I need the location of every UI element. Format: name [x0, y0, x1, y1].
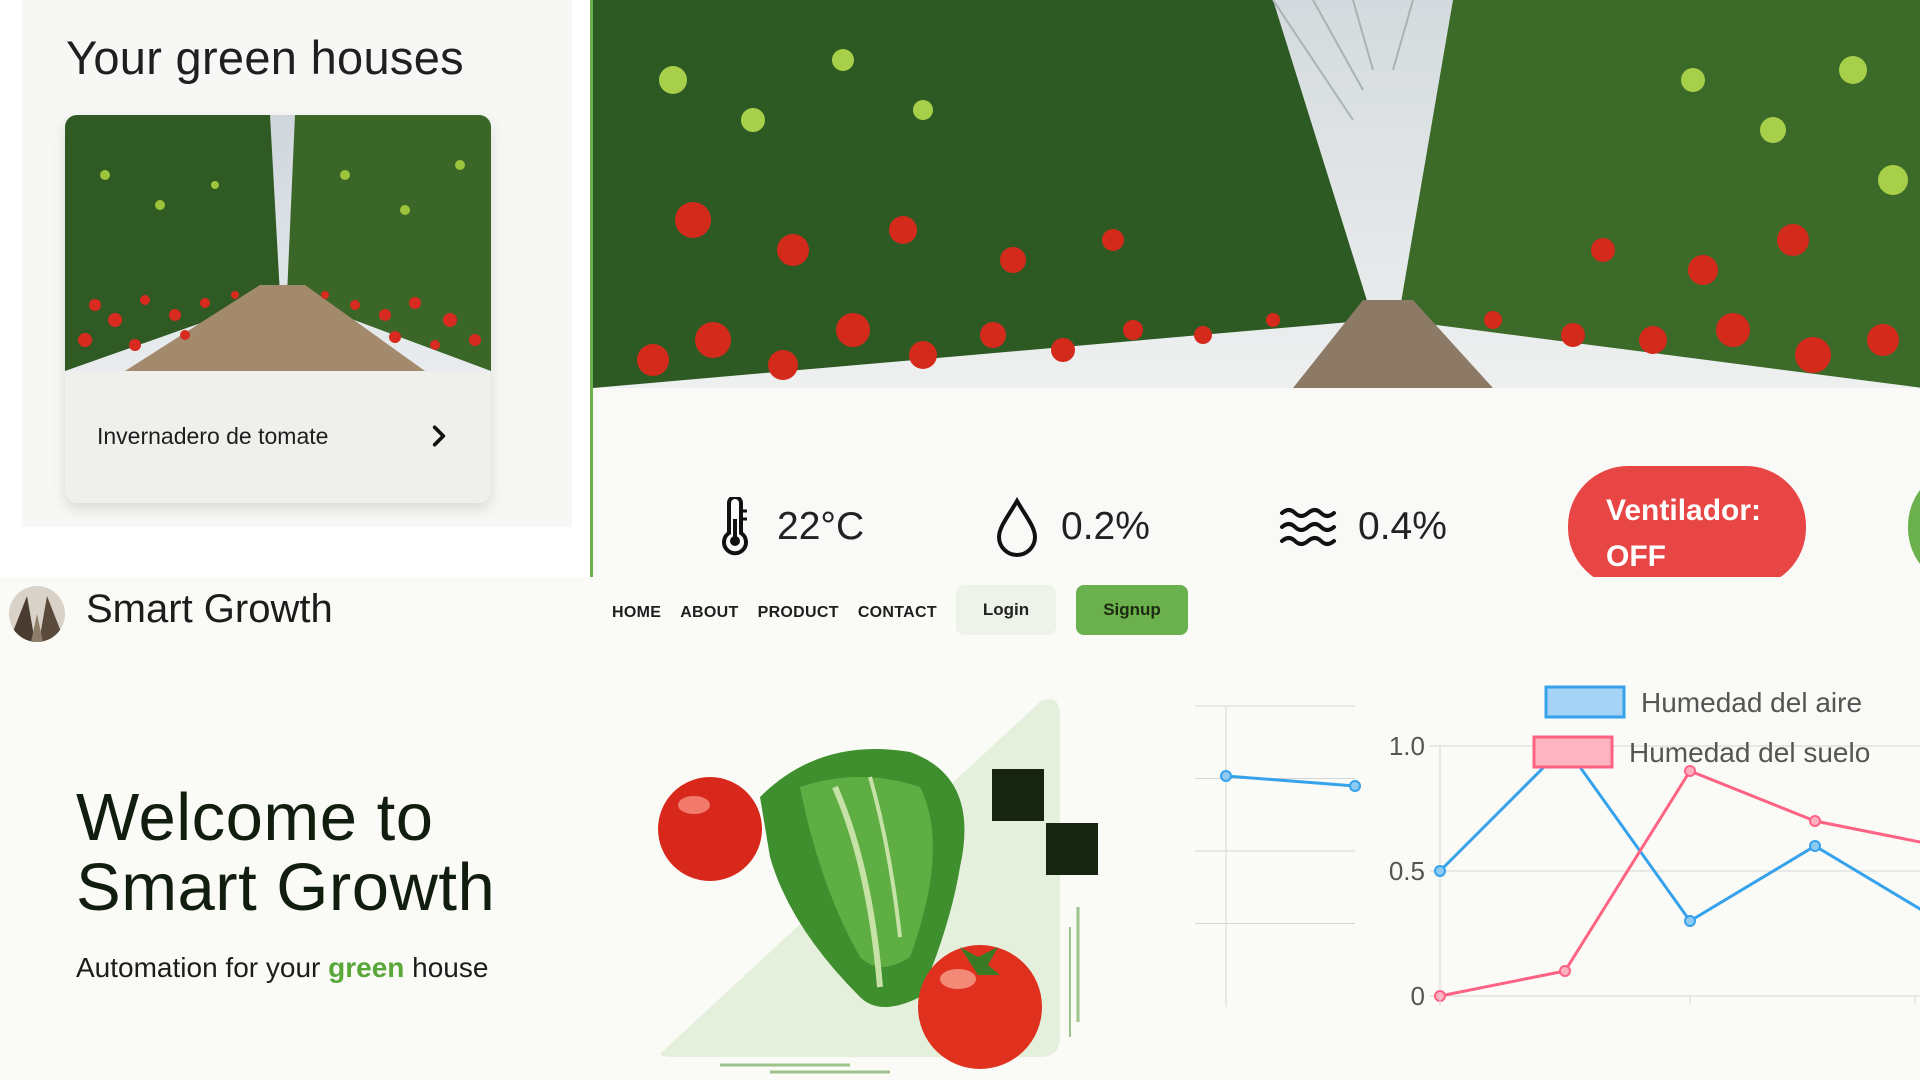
thermometer-icon	[722, 497, 748, 556]
fan-toggle-button[interactable]: Ventilador: OFF	[1568, 466, 1806, 588]
main-nav: HOME ABOUT PRODUCT CONTACT	[612, 604, 937, 622]
nav-home[interactable]: HOME	[612, 604, 661, 622]
legend-swatch-soil	[1532, 735, 1614, 769]
series-point-soil	[1809, 815, 1821, 827]
water-drop-icon	[996, 497, 1038, 557]
greenhouse-dashboard: 22°C 0.2% 0.4% Ventilador: OFF	[590, 0, 1920, 588]
humidity-sensor: 0.2%	[993, 495, 1150, 559]
chevron-right-icon[interactable]	[426, 423, 452, 449]
greenhouses-panel: Your green houses Invernadero de tomate	[22, 0, 572, 527]
fan-label: Ventilador:	[1606, 494, 1762, 527]
legend-label-soil: Humedad del suelo	[1629, 737, 1870, 768]
series-point-soil	[1559, 965, 1571, 977]
legend-label-air: Humedad del aire	[1641, 687, 1862, 718]
temperature-sensor: 22°C	[713, 495, 864, 559]
series-line-soil	[1439, 769, 1920, 998]
signup-button[interactable]: Signup	[1076, 585, 1188, 635]
main-y-tick: 0	[1411, 981, 1425, 1007]
greenhouse-photo	[65, 115, 491, 371]
soil-moisture-sensor: 0.4%	[1278, 495, 1447, 559]
hero-title-line2: Smart Growth	[76, 850, 496, 925]
main-y-tick: 1.0	[1389, 731, 1425, 761]
series-point-air	[1434, 865, 1446, 877]
left-panel-point	[1349, 780, 1361, 792]
tomato-left-illustration	[658, 777, 762, 881]
hero-subtitle-after: house	[404, 952, 489, 983]
greenhouse-banner-photo	[593, 0, 1920, 388]
main-y-tick: 0.5	[1389, 856, 1425, 886]
hero-illustration	[658, 699, 1098, 1074]
humidity-value: 0.2%	[1061, 505, 1150, 548]
nav-product[interactable]: PRODUCT	[758, 604, 839, 622]
legend-swatch-air	[1544, 685, 1626, 719]
login-button[interactable]: Login	[956, 585, 1056, 635]
hero-title: Welcome to Smart Growth	[76, 783, 495, 923]
hero-subtitle-before: Automation for your	[76, 952, 329, 983]
soil-moisture-value: 0.4%	[1358, 505, 1447, 548]
nav-contact[interactable]: CONTACT	[858, 604, 937, 622]
left-panel-series-line	[1225, 774, 1356, 788]
brand-name[interactable]: Smart Growth	[86, 587, 333, 632]
logo-icon[interactable]	[9, 586, 65, 642]
nav-about[interactable]: ABOUT	[680, 604, 738, 622]
hero-subtitle: Automation for your green house	[76, 952, 488, 984]
green-toggle-button[interactable]	[1908, 466, 1920, 588]
series-line-air	[1438, 743, 1920, 923]
greenhouse-card[interactable]: Invernadero de tomate	[65, 115, 491, 503]
series-point-air	[1809, 840, 1821, 852]
tomato-right-illustration	[918, 945, 1042, 1069]
left-panel-point	[1220, 770, 1232, 782]
hero-subtitle-accent: green	[328, 952, 405, 983]
hero-title-line1: Welcome to	[76, 780, 434, 855]
landing-page: Smart Growth HOME ABOUT PRODUCT CONTACT …	[0, 577, 1920, 1080]
humidity-chart: 07:33:341.00.5007:36:0807:34:5107:Humeda…	[1195, 685, 1920, 1007]
fan-state: OFF	[1606, 540, 1666, 573]
series-point-air	[1684, 915, 1696, 927]
temperature-value: 22°C	[777, 505, 865, 548]
waves-icon	[1280, 508, 1336, 546]
greenhouse-card-label: Invernadero de tomate	[97, 423, 329, 449]
greenhouses-title: Your green houses	[66, 31, 464, 84]
